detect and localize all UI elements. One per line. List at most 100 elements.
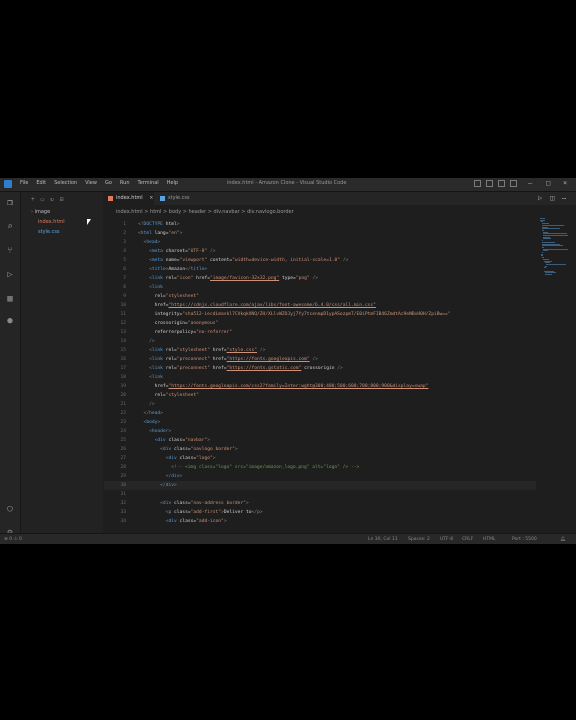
explorer-item-css[interactable]: style.css — [38, 229, 60, 235]
sidebar-toggle-icon[interactable] — [498, 180, 505, 187]
tab-bar: index.html × style.css ▷ ◫ … — [104, 192, 576, 205]
explorer-icon[interactable]: ❐ — [5, 198, 15, 208]
encoding[interactable]: UTF-8 — [440, 537, 453, 542]
source-control-icon[interactable]: ⑂ — [5, 246, 15, 256]
code-line[interactable]: 18 <link — [104, 373, 536, 382]
code-line[interactable]: 31 — [104, 490, 536, 499]
code-line[interactable]: 20 rel="stylesheet" — [104, 391, 536, 400]
code-line[interactable]: 3 <head> — [104, 238, 536, 247]
account-icon[interactable]: ◯ — [5, 504, 15, 514]
code-line[interactable]: 24 <header> — [104, 427, 536, 436]
search-icon[interactable]: ⌕ — [5, 222, 15, 232]
code-editor[interactable]: 1 <!DOCTYPE html> 2 <html lang="en"> 3 <head… — [104, 220, 536, 538]
code-line[interactable]: 15 <link rel="stylesheet" href="style.cs… — [104, 346, 536, 355]
code-line[interactable]: 21 /> — [104, 400, 536, 409]
notifications-bell-icon[interactable]: 🔔︎ — [560, 537, 566, 542]
close-tab-icon[interactable]: × — [149, 195, 153, 201]
code-line[interactable]: 9 rel="stylesheet" — [104, 292, 536, 301]
line-number: 3 — [123, 240, 126, 245]
code-text: <!DOCTYPE html> — [138, 222, 180, 227]
code-line[interactable]: 6 <title>Amazon</title> — [104, 265, 536, 274]
split-editor-icon[interactable]: ◫ — [550, 194, 554, 202]
html-file-icon — [108, 196, 113, 201]
code-line[interactable]: 29 </div> — [104, 472, 536, 481]
run-icon[interactable]: ▷ — [538, 194, 542, 202]
line-number: 29 — [120, 474, 126, 479]
code-line[interactable]: 34 <div class="add-icon"> — [104, 517, 536, 526]
live-server-port[interactable]: Port : 5500 — [512, 537, 537, 542]
customize-layout-icon[interactable] — [510, 180, 517, 187]
end-of-line[interactable]: CRLF — [462, 537, 473, 542]
code-line[interactable]: 19 href="https://fonts.googleapis.com/cs… — [104, 382, 536, 391]
code-line[interactable]: 22 </head> — [104, 409, 536, 418]
code-line[interactable]: 7 <link rel="icon" href="image/favicon-3… — [104, 274, 536, 283]
minimize-icon[interactable]: – — [528, 179, 532, 187]
line-number: 9 — [123, 294, 126, 299]
line-number: 1 — [123, 222, 126, 227]
code-text: <body> — [143, 420, 161, 425]
extensions-icon[interactable]: ▦ — [5, 294, 15, 304]
code-text: href="https://cdnjs.cloudflare.com/ajax/… — [138, 303, 376, 308]
layout-toggle-icon[interactable] — [474, 180, 481, 187]
language-mode[interactable]: HTML — [483, 537, 496, 542]
menu-item[interactable]: Go — [105, 180, 112, 186]
remote-icon[interactable]: ● — [5, 316, 15, 326]
menu-item[interactable]: Run — [120, 180, 130, 186]
code-line[interactable]: 25 <div class="navbar"> — [104, 436, 536, 445]
code-text: <meta name="viewport" content="width=dev… — [149, 258, 349, 263]
menu-item[interactable]: Help — [167, 180, 178, 186]
code-line[interactable]: 27 <div class="logo"> — [104, 454, 536, 463]
more-actions-icon[interactable]: … — [562, 193, 566, 201]
line-number: 6 — [123, 267, 126, 272]
indentation[interactable]: Spaces: 2 — [408, 537, 430, 542]
new-file-icon[interactable]: + — [31, 196, 35, 203]
code-line[interactable]: 28 <!-- <img class="logo" src="image/ama… — [104, 463, 536, 472]
code-line[interactable]: 14 /> — [104, 337, 536, 346]
code-line[interactable]: 32 <div class="nav-address border"> — [104, 499, 536, 508]
code-text: <header> — [149, 429, 172, 434]
line-number: 7 — [123, 276, 126, 281]
code-line[interactable]: 5 <meta name="viewport" content="width=d… — [104, 256, 536, 265]
code-line[interactable]: 1 <!DOCTYPE html> — [104, 220, 536, 229]
code-line[interactable]: 33 <p class="add-first">Deliver to</p> — [104, 508, 536, 517]
code-line[interactable]: 30 </div> — [104, 481, 536, 490]
tab-style-css[interactable]: style.css — [156, 192, 202, 205]
refresh-icon[interactable]: ↻ — [50, 196, 54, 203]
problems-indicator[interactable]: ⊗ 0 ⚠ 0 — [4, 537, 22, 542]
panel-toggle-icon[interactable] — [486, 180, 493, 187]
explorer-item-html[interactable]: index.html — [38, 219, 65, 225]
explorer-item-folder[interactable]: › image — [31, 209, 50, 215]
close-window-icon[interactable]: × — [563, 179, 567, 187]
code-line[interactable]: 16 <link rel="preconnect" href="https://… — [104, 355, 536, 364]
code-line[interactable]: 2 <html lang="en"> — [104, 229, 536, 238]
line-number: 30 — [120, 483, 126, 488]
code-line[interactable]: 4 <meta charset="UTF-8" /> — [104, 247, 536, 256]
line-number: 23 — [120, 420, 126, 425]
maximize-icon[interactable]: □ — [546, 179, 550, 187]
code-line[interactable]: 26 <div class="navlogo border"> — [104, 445, 536, 454]
code-line[interactable]: 12 crossorigin="anonymous" — [104, 319, 536, 328]
new-folder-icon[interactable]: ▭ — [41, 196, 45, 203]
breadcrumb[interactable]: index.html > html > body > header > div.… — [116, 209, 294, 215]
menu-item[interactable]: File — [20, 180, 28, 186]
run-debug-icon[interactable]: ▷ — [5, 270, 15, 280]
code-line[interactable]: 10 href="https://cdnjs.cloudflare.com/aj… — [104, 301, 536, 310]
code-line[interactable]: 8 <link — [104, 283, 536, 292]
minimap-line — [543, 238, 552, 240]
minimap[interactable] — [540, 218, 570, 278]
menu-item[interactable]: Terminal — [138, 180, 159, 186]
code-line[interactable]: 13 referrerpolicy="no-referrer" — [104, 328, 536, 337]
code-text: <link — [149, 285, 163, 290]
menu-item[interactable]: View — [85, 180, 97, 186]
code-text: <div class="nav-address border"> — [160, 501, 249, 506]
collapse-all-icon[interactable]: ⊟ — [60, 196, 64, 203]
code-line[interactable]: 17 <link rel="preconnect" href="https://… — [104, 364, 536, 373]
menu-item[interactable]: Edit — [36, 180, 46, 186]
code-line[interactable]: 23 <body> — [104, 418, 536, 427]
code-line[interactable]: 11 integrity="sha512-iecdLmaskl7CVkqkXNQ… — [104, 310, 536, 319]
minimap-line — [545, 274, 552, 276]
menu-item[interactable]: Selection — [54, 180, 77, 186]
cursor-position[interactable]: Ln 30, Col 11 — [368, 537, 398, 542]
tab-index-html[interactable]: index.html × — [104, 192, 154, 205]
line-number: 15 — [120, 348, 126, 353]
